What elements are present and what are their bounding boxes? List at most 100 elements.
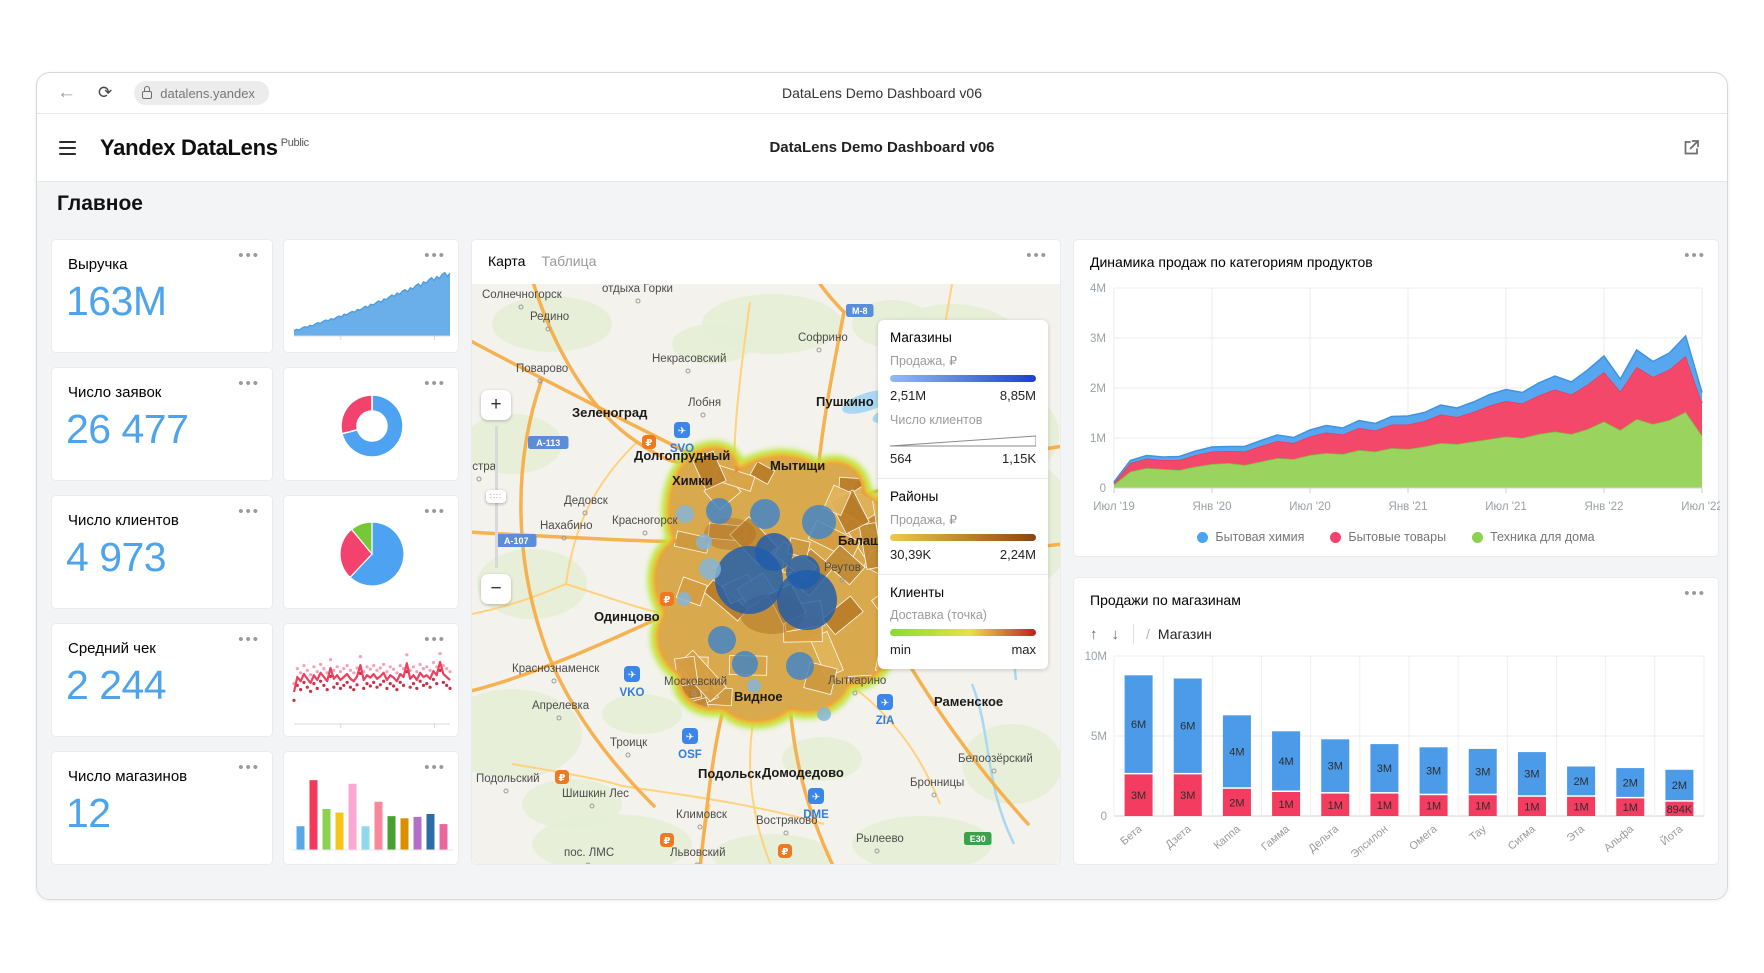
store-bubble[interactable] (708, 626, 736, 654)
sort-desc-icon[interactable]: ↓ (1112, 626, 1120, 643)
store-bubble[interactable] (706, 498, 732, 524)
share-icon[interactable] (1681, 138, 1701, 163)
app-logo[interactable]: Yandex DataLensPublic (100, 135, 309, 161)
store-bubble[interactable] (817, 707, 831, 721)
store-bubble[interactable] (732, 651, 758, 677)
donut-slice[interactable] (341, 395, 372, 434)
mini-bar[interactable] (323, 809, 331, 850)
map-legend-panel: Магазины Продажа, ₽ 2,51M8,85M Число кли… (878, 320, 1048, 669)
zoom-in-button[interactable]: + (481, 390, 511, 420)
mini-bar[interactable] (362, 826, 370, 850)
bar-value-label: 1M (1475, 801, 1490, 813)
legend-item[interactable]: Бытовые товары (1330, 530, 1446, 544)
orders-donut[interactable] (284, 368, 460, 482)
map-city-label: Красногорск (612, 515, 678, 527)
kpi-card-menu[interactable]: ••• (238, 760, 260, 775)
mini-bar[interactable] (388, 816, 396, 850)
kpi-card-menu[interactable]: ••• (238, 504, 260, 519)
tab-table[interactable]: Таблица (541, 253, 596, 269)
dynamics-chart-title: Динамика продаж по категориям продуктов (1090, 254, 1373, 270)
airport-code: ZIA (876, 715, 895, 727)
mini-bar[interactable] (349, 784, 357, 850)
x-category-label: Каппа (1212, 823, 1244, 852)
address-bar[interactable]: datalens.yandex (134, 81, 269, 105)
map-city-label: Нахабино (540, 520, 592, 532)
bar-value-label: 2M (1573, 776, 1588, 788)
zoom-out-button[interactable]: − (481, 574, 511, 604)
ruble-poi-icon: ₽ (642, 435, 656, 449)
sales-card-menu[interactable]: ••• (1684, 586, 1706, 601)
bar-value-label: 4M (1229, 746, 1244, 758)
kpi-card-4: Средний чек•••2 244 (51, 623, 273, 737)
mini-bar[interactable] (414, 817, 422, 850)
dynamics-chart[interactable]: Июл '19Янв '20Июл '20Янв '21Июл '21Янв '… (1074, 278, 1720, 522)
store-bubble[interactable] (696, 534, 712, 550)
x-tick-label: Янв '21 (1389, 501, 1428, 513)
store-bubble[interactable] (699, 558, 721, 580)
store-bubble[interactable] (786, 652, 814, 680)
map-city-label: Реутов (824, 562, 861, 574)
svg-text:М-8: М-8 (852, 306, 868, 316)
sales-chart[interactable]: 05M10M6M3MБета6M3MДзета4M2MКаппа4M1MГамм… (1074, 650, 1720, 862)
zoom-slider-handle[interactable]: ∷∷ (486, 490, 506, 503)
legend-brown-gradient (890, 534, 1036, 541)
mini-bar[interactable] (427, 814, 435, 850)
store-bubble[interactable] (750, 499, 780, 529)
mini-bar[interactable] (336, 813, 344, 850)
bar-value-label: 3M (1328, 761, 1343, 773)
legend-item[interactable]: Техника для дома (1472, 530, 1595, 544)
map-city-label: Московский (664, 676, 727, 688)
legend-heat-max: max (1011, 642, 1036, 657)
kpi-card-3: Число клиентов•••4 973 (51, 495, 273, 609)
clients-pie[interactable] (284, 496, 460, 610)
kpi-card-menu[interactable]: ••• (238, 248, 260, 263)
dynamics-chart-card: Динамика продаж по категориям продуктов … (1073, 239, 1719, 557)
back-icon[interactable]: ← (57, 82, 76, 104)
reload-icon[interactable]: ⟳ (98, 83, 112, 103)
bar-value-label: 1M (1426, 801, 1441, 813)
y-tick-label: 2M (1090, 383, 1106, 395)
mini-bar[interactable] (401, 818, 409, 850)
breadcrumb-store[interactable]: Магазин (1158, 626, 1212, 642)
kpi-card-menu[interactable]: ••• (238, 632, 260, 647)
sort-asc-icon[interactable]: ↑ (1090, 626, 1098, 643)
map-viewport[interactable]: СолнечногорскРединоотдыха ГоркиПоваровоН… (472, 284, 1060, 864)
legend-label: Бытовые товары (1348, 530, 1446, 544)
kpi-label: Средний чек (68, 640, 156, 657)
dynamics-card-menu[interactable]: ••• (1684, 248, 1706, 263)
store-bubble[interactable] (677, 592, 691, 606)
kpi-label: Число магазинов (68, 768, 187, 785)
revenue-spark[interactable] (284, 240, 460, 354)
map-city-label: Подольский (476, 773, 540, 785)
clients-pie-card: ••• (283, 495, 459, 609)
mini-bar[interactable] (297, 826, 305, 850)
legend-shops-title: Магазины (890, 330, 1036, 345)
legend-shops-max: 8,85M (1000, 388, 1036, 403)
legend-item[interactable]: Бытовая химия (1197, 530, 1304, 544)
map-city-label: Шишкин Лес (562, 788, 629, 800)
y-tick-label: 3M (1090, 333, 1106, 345)
ruble-poi-icon: ₽ (555, 770, 569, 784)
store-bubble[interactable] (755, 533, 793, 571)
store-bubble[interactable] (676, 505, 694, 523)
map-card-menu[interactable]: ••• (1026, 248, 1048, 263)
store-bubble[interactable] (786, 555, 820, 589)
bar-value-label: 1M (1524, 801, 1539, 813)
kpi-value: 26 477 (66, 406, 188, 453)
mini-bar[interactable] (440, 824, 448, 850)
legend-shops-min: 2,51M (890, 388, 926, 403)
tab-map[interactable]: Карта (488, 253, 525, 269)
mini-bar[interactable] (310, 780, 318, 850)
screenshot-canvas: ← ⟳ datalens.yandex DataLens Demo Dashbo… (0, 0, 1764, 973)
menu-icon[interactable] (59, 141, 76, 155)
road-badge: А-113 (528, 436, 569, 449)
avg-check-line[interactable] (284, 624, 460, 738)
stores-mini-bar[interactable] (284, 752, 460, 866)
store-bubble[interactable] (802, 505, 836, 539)
kpi-card-5: Число магазинов•••12 (51, 751, 273, 865)
kpi-value: 4 973 (66, 534, 166, 581)
dynamics-legend: Бытовая химия Бытовые товары Техника для д… (1074, 530, 1718, 544)
mini-bar[interactable] (375, 802, 383, 850)
map-city-label: Раменское (934, 694, 1003, 709)
kpi-card-menu[interactable]: ••• (238, 376, 260, 391)
